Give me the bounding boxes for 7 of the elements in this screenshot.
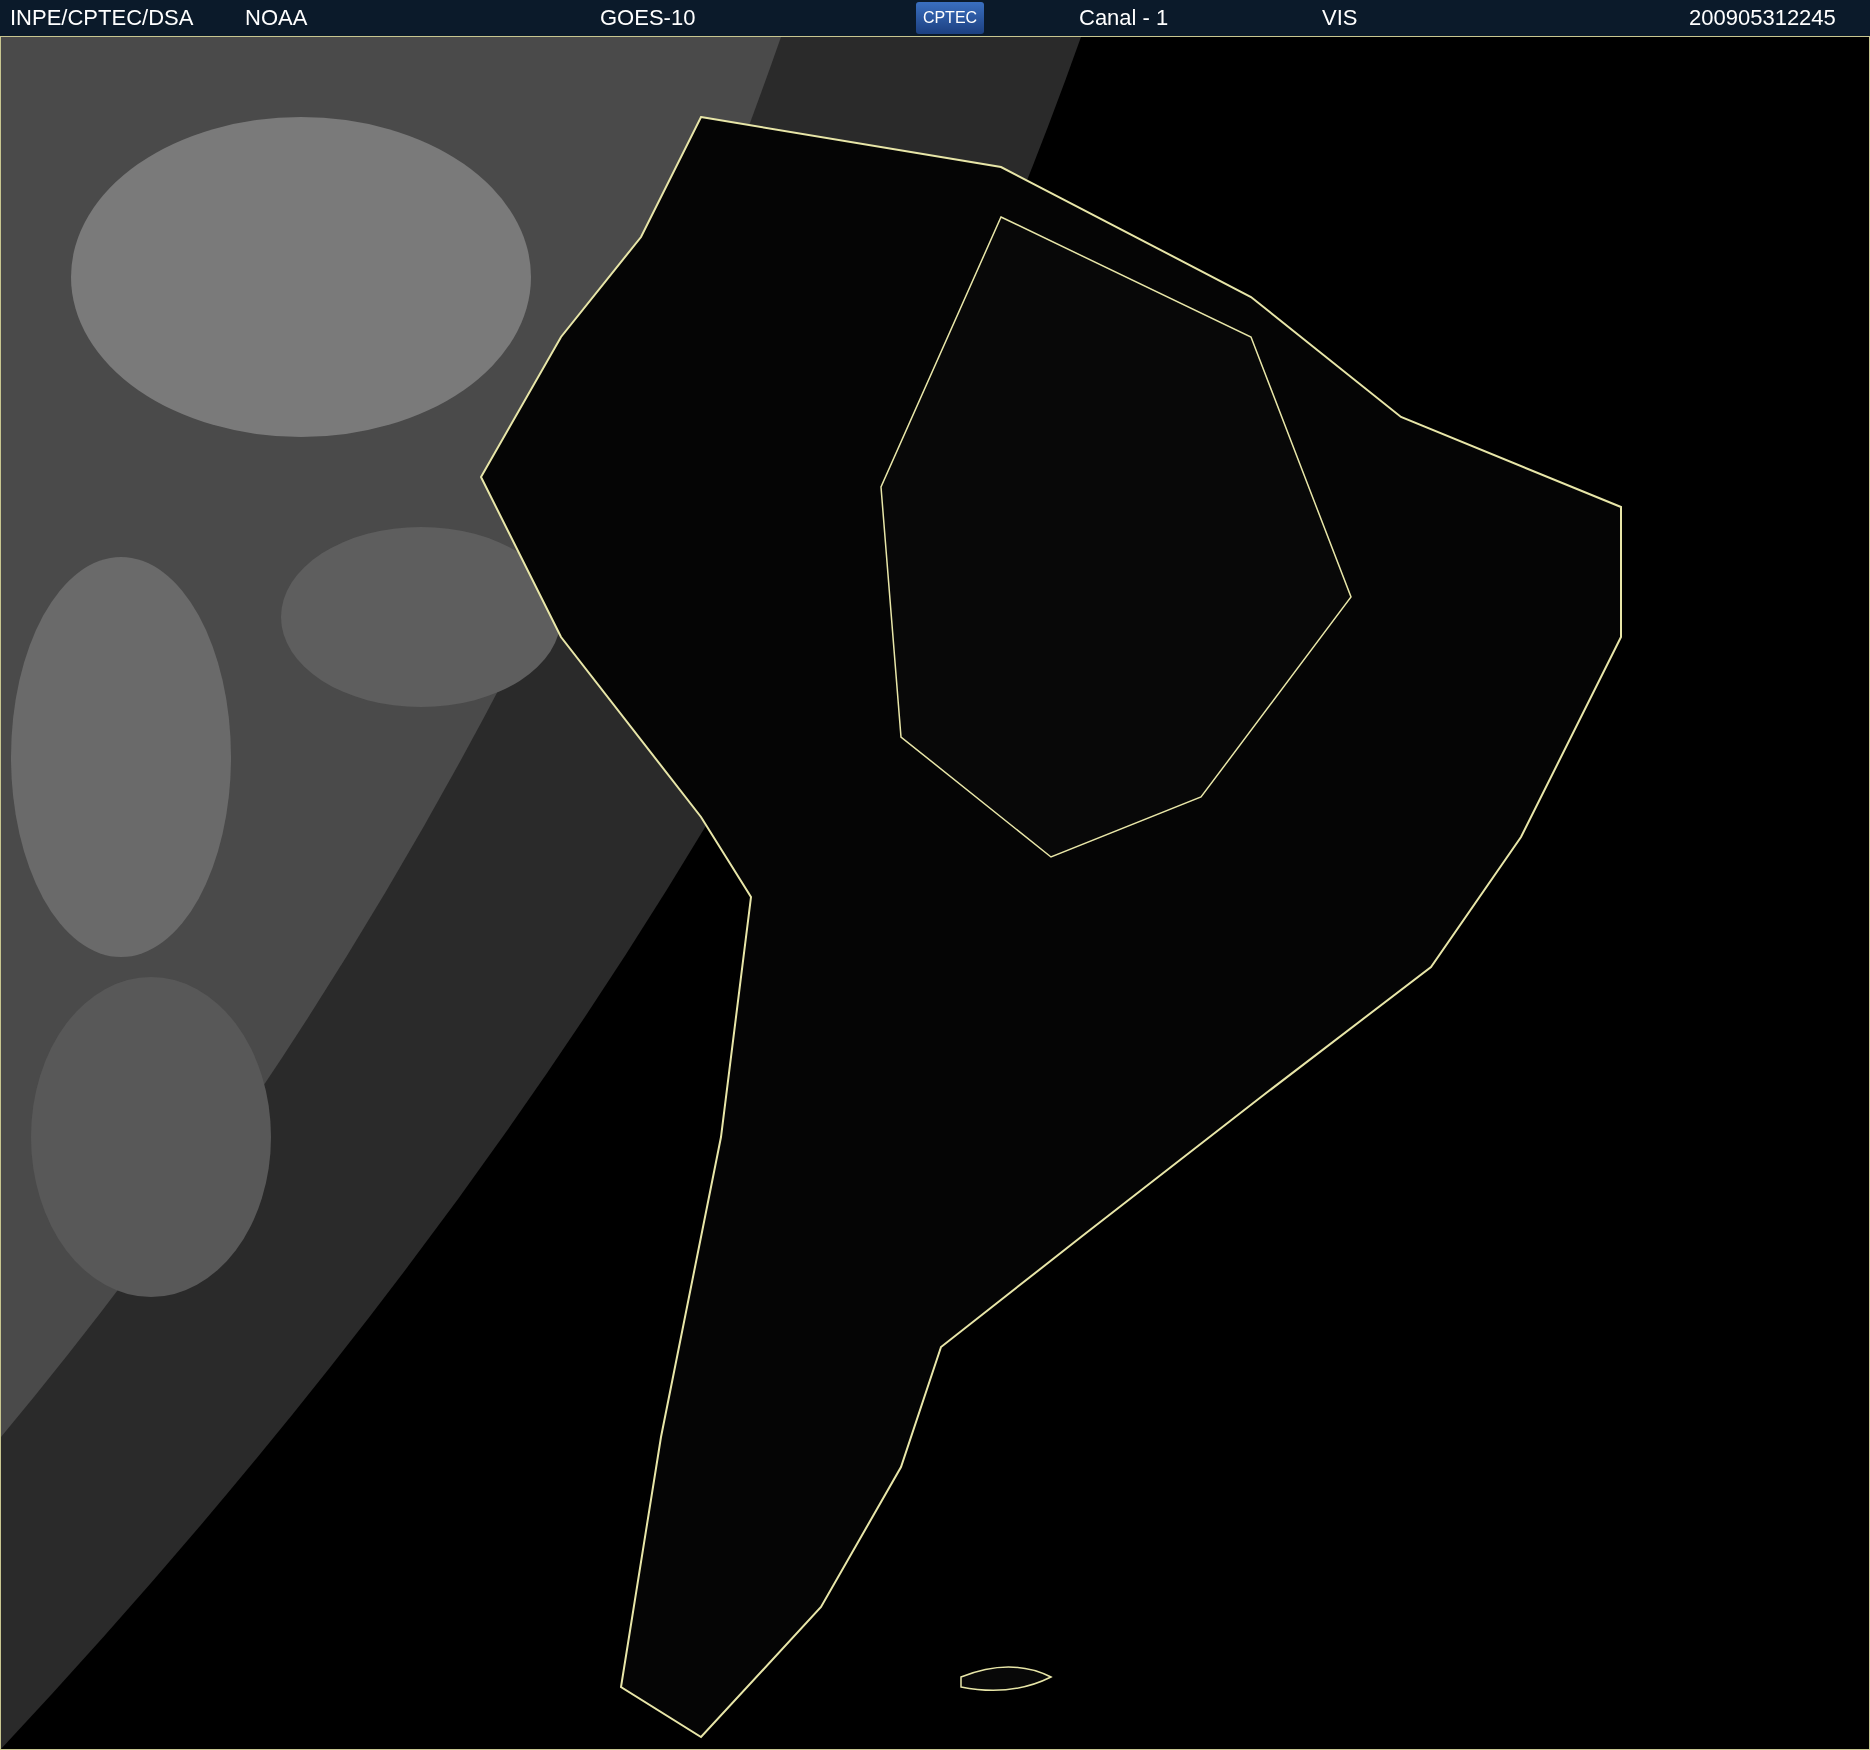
satellite-label: GOES-10 (600, 5, 697, 31)
channel-label: Canal - 1 (1079, 5, 1170, 31)
agency-label: NOAA (245, 5, 309, 31)
logo: CPTEC (916, 2, 984, 34)
band-label: VIS (1322, 5, 1359, 31)
source-label: INPE/CPTEC/DSA (10, 5, 195, 31)
timestamp-label: 200905312245 (1689, 5, 1836, 31)
